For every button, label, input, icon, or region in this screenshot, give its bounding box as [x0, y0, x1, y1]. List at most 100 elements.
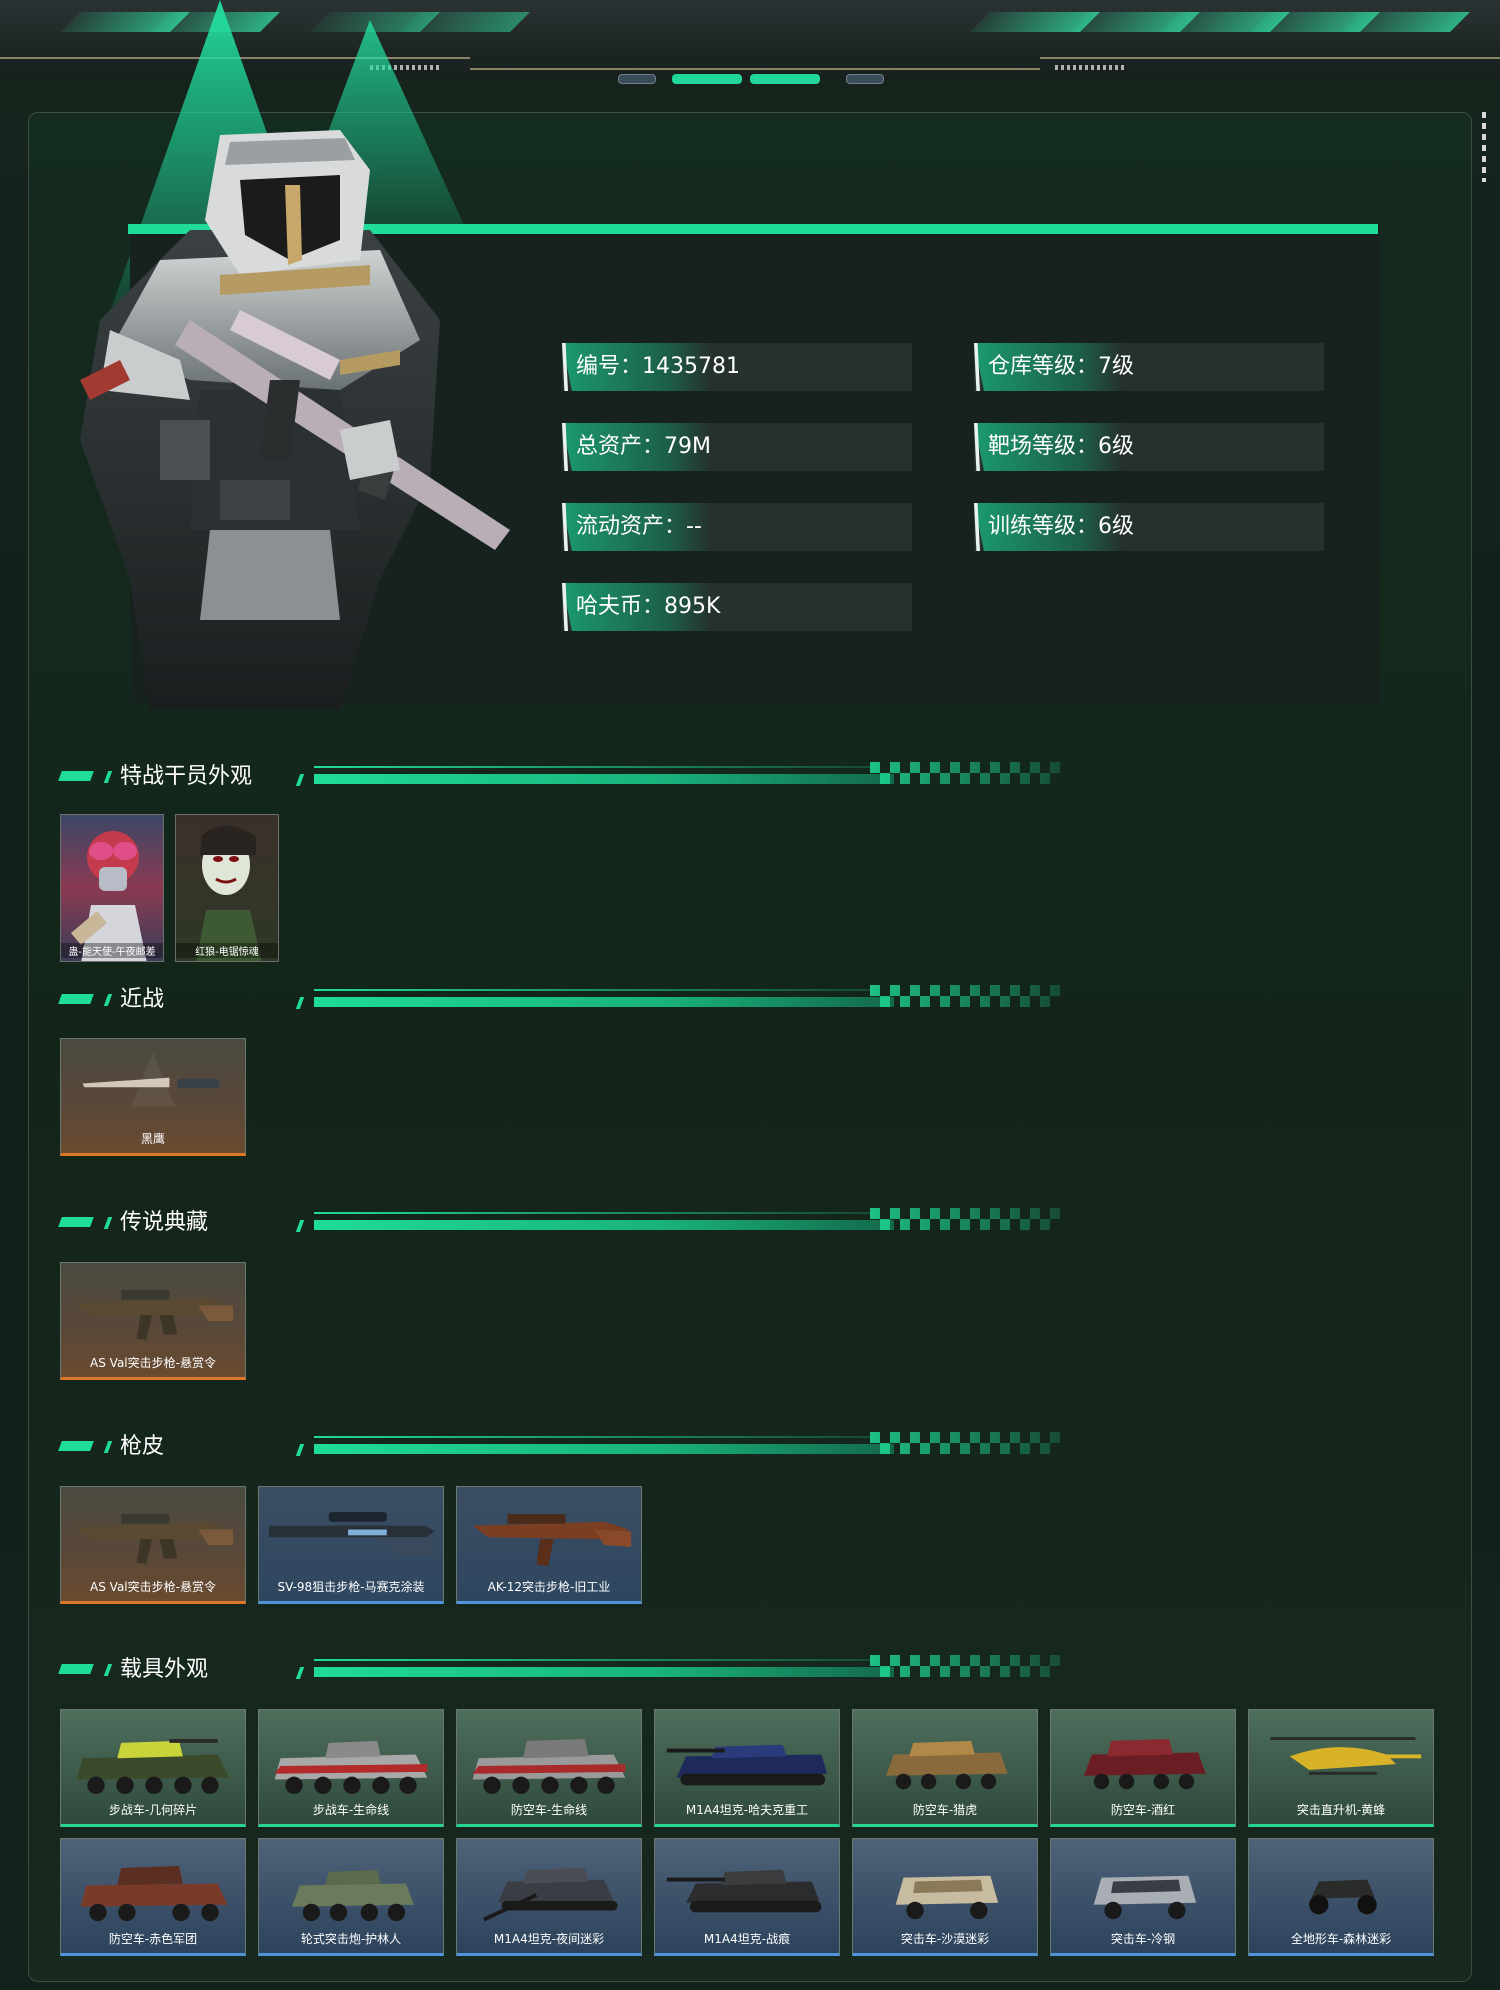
stat-warehouse-level: 仓库等级：7级	[974, 343, 1324, 391]
vehicle-name: 防空车-猎虎	[912, 1803, 978, 1817]
section-rule	[314, 774, 894, 784]
vehicle-name: 防空车-赤色军团	[108, 1932, 198, 1946]
section-rule	[314, 1659, 874, 1661]
stat-warehouse-level-text: 仓库等级：7级	[988, 354, 1134, 379]
vehicle-card[interactable]: 防空车-赤色军团	[60, 1838, 246, 1956]
page: 编号：1435781 总资产：79M 流动资产：-- 哈夫币：895K 仓库等级…	[0, 0, 1500, 1990]
section-header-melee: 近战	[58, 985, 1068, 1015]
vehicle-card[interactable]: 步战车-生命线	[258, 1709, 444, 1827]
weapon-skin-card[interactable]: AS Val突击步枪-悬赏令	[60, 1486, 246, 1604]
weapon-skin-name: AS Val突击步枪-悬赏令	[90, 1580, 216, 1594]
weapon-skin-name: SV-98狙击步枪-马赛克涂装	[277, 1580, 425, 1594]
agent-skin-card[interactable]: 蛊-能天使-午夜邮差	[60, 814, 164, 962]
weapon-skin-name: AK-12突击步枪-旧工业	[487, 1580, 611, 1594]
vehicle-name: 突击车-沙漠迷彩	[900, 1932, 990, 1946]
vehicle-card[interactable]: 步战车-几何碎片	[60, 1709, 246, 1827]
section-header-agents: 特战干员外观	[58, 762, 1068, 792]
agent-skin-name: 红狼-电锯惊魂	[176, 943, 278, 958]
agent-skin-name: 蛊-能天使-午夜邮差	[61, 943, 163, 958]
section-checker	[870, 985, 1060, 1007]
section-marker	[295, 1220, 305, 1232]
header-indicator	[846, 74, 884, 84]
legend-name: AS Val突击步枪-悬赏令	[90, 1356, 216, 1370]
vehicle-name: M1A4坦克-夜间迷彩	[493, 1932, 605, 1946]
section-title-agents: 特战干员外观	[120, 764, 253, 789]
section-marker	[295, 1667, 305, 1679]
section-checker	[870, 1432, 1060, 1454]
vehicle-card[interactable]: 轮式突击炮-护林人	[258, 1838, 444, 1956]
stat-training-level: 训练等级：6级	[974, 503, 1324, 551]
section-rule	[314, 1444, 894, 1454]
section-marker	[295, 997, 305, 1009]
section-marker	[103, 771, 113, 783]
section-marker	[295, 774, 305, 786]
section-title-skins: 枪皮	[120, 1434, 165, 1459]
section-marker	[103, 1441, 113, 1453]
header-line	[1040, 57, 1500, 59]
agent-portrait	[71, 831, 147, 961]
section-marker	[58, 771, 94, 781]
section-rule	[314, 989, 874, 991]
vehicle-name: 步战车-几何碎片	[108, 1803, 198, 1817]
section-marker	[103, 1217, 113, 1229]
stat-havoc-coin-text: 哈夫币：895K	[576, 594, 721, 619]
section-rule	[314, 1436, 874, 1438]
section-marker	[58, 994, 94, 1004]
vehicle-name: 突击车-冷钢	[1110, 1932, 1176, 1946]
vehicle-card[interactable]: M1A4坦克-哈夫克重工	[654, 1709, 840, 1827]
section-header-vehicles: 载具外观	[58, 1655, 1068, 1685]
section-checker	[870, 1208, 1060, 1230]
section-title-legend: 传说典藏	[120, 1210, 209, 1235]
header-indicator	[750, 74, 820, 84]
vehicle-card[interactable]: 防空车-酒红	[1050, 1709, 1236, 1827]
section-title-vehicles: 载具外观	[120, 1657, 209, 1682]
header-indicator	[672, 74, 742, 84]
section-rule	[314, 766, 874, 768]
section-marker	[58, 1664, 94, 1674]
vehicle-card[interactable]: M1A4坦克-夜间迷彩	[456, 1838, 642, 1956]
section-marker	[103, 1664, 113, 1676]
section-marker	[103, 994, 113, 1006]
vehicle-name: M1A4坦克-战痕	[703, 1932, 791, 1946]
section-marker	[58, 1217, 94, 1227]
header-decor	[1340, 12, 1470, 32]
vehicle-card[interactable]: 全地形车-森林迷彩	[1248, 1838, 1434, 1956]
stat-total-assets: 总资产：79M	[562, 423, 912, 471]
section-marker	[58, 1441, 94, 1451]
weapon-skin-card[interactable]: SV-98狙击步枪-马赛克涂装	[258, 1486, 444, 1604]
stat-id: 编号：1435781	[562, 343, 912, 391]
scroll-indicator	[1482, 112, 1486, 182]
vehicle-name: 轮式突击炮-护林人	[300, 1932, 402, 1946]
vehicle-card[interactable]: 防空车-生命线	[456, 1709, 642, 1827]
section-header-skins: 枪皮	[58, 1432, 1068, 1462]
section-rule	[314, 997, 894, 1007]
operator-portrait	[80, 130, 510, 710]
section-checker	[870, 1655, 1060, 1677]
vehicle-card[interactable]: 突击车-冷钢	[1050, 1838, 1236, 1956]
stat-havoc-coin: 哈夫币：895K	[562, 583, 912, 631]
vehicle-name: M1A4坦克-哈夫克重工	[685, 1803, 809, 1817]
section-marker	[295, 1444, 305, 1456]
agent-portrait	[196, 825, 262, 961]
vehicle-card[interactable]: 突击直升机-黄蜂	[1248, 1709, 1434, 1827]
stat-range-level: 靶场等级：6级	[974, 423, 1324, 471]
vehicle-name: 防空车-生命线	[510, 1803, 588, 1817]
vehicle-name: 突击直升机-黄蜂	[1296, 1803, 1386, 1817]
section-checker	[870, 762, 1060, 784]
melee-card[interactable]: 黑鹰	[60, 1038, 246, 1156]
vehicle-name: 全地形车-森林迷彩	[1290, 1932, 1392, 1946]
agent-skin-card[interactable]: 红狼-电锯惊魂	[175, 814, 279, 962]
melee-name: 黑鹰	[140, 1132, 165, 1146]
vehicle-card[interactable]: 防空车-猎虎	[852, 1709, 1038, 1827]
legend-card[interactable]: AS Val突击步枪-悬赏令	[60, 1262, 246, 1380]
stat-total-assets-text: 总资产：79M	[576, 434, 711, 459]
section-rule	[314, 1212, 874, 1214]
section-rule	[314, 1220, 894, 1230]
section-rule	[314, 1667, 894, 1677]
vehicle-card[interactable]: 突击车-沙漠迷彩	[852, 1838, 1038, 1956]
stat-range-level-text: 靶场等级：6级	[988, 434, 1134, 459]
header-ticks	[1055, 65, 1125, 70]
stat-liquid-assets: 流动资产：--	[562, 503, 912, 551]
vehicle-card[interactable]: M1A4坦克-战痕	[654, 1838, 840, 1956]
weapon-skin-card[interactable]: AK-12突击步枪-旧工业	[456, 1486, 642, 1604]
